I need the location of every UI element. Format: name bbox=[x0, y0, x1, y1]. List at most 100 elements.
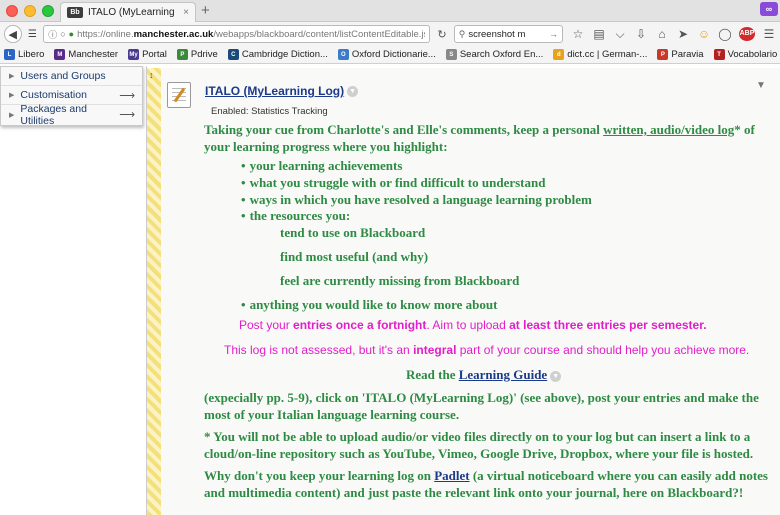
bookmark-favicon-icon: C bbox=[227, 49, 239, 60]
home-icon[interactable]: ⌂ bbox=[655, 27, 669, 41]
menu-item-label: Customisation bbox=[20, 89, 87, 101]
expand-triangle-icon[interactable]: ▶ bbox=[9, 111, 14, 119]
close-window-button[interactable] bbox=[6, 5, 18, 17]
sub-item-useful: find most useful (and why) bbox=[280, 249, 429, 264]
emoji-icon[interactable]: ☺ bbox=[697, 27, 711, 41]
sub-item-missing: feel are currently missing from Blackboa… bbox=[280, 273, 520, 288]
expand-triangle-icon[interactable]: ▶ bbox=[9, 72, 14, 80]
new-tab-button[interactable]: + bbox=[201, 2, 210, 20]
bubble-icon[interactable]: ◯ bbox=[718, 27, 732, 41]
bookmark-label: Manchester bbox=[68, 49, 119, 60]
zoom-window-button[interactable] bbox=[42, 5, 54, 17]
hamburger-menu-icon[interactable]: ☰ bbox=[762, 27, 776, 41]
padlet-link[interactable]: Padlet bbox=[434, 468, 469, 483]
sub-item-tend: tend to use on Blackboard bbox=[280, 225, 426, 240]
lock-icon[interactable]: ● bbox=[69, 29, 74, 39]
download-icon[interactable]: ⇩ bbox=[634, 27, 648, 41]
menu-item[interactable]: ▶ Users and Groups bbox=[1, 67, 142, 86]
guide-paragraph: (expecially pp. 5-9), click on 'ITALO (M… bbox=[204, 390, 759, 422]
bookmark-label: Pdrive bbox=[190, 49, 218, 60]
bookmark-label: Search Oxford En... bbox=[459, 49, 544, 60]
info-icon[interactable]: ⓘ bbox=[48, 28, 57, 41]
sharing-icon[interactable]: ➤ bbox=[676, 27, 690, 41]
tab-title: ITALO (MyLearning Log) – ... bbox=[88, 7, 178, 18]
search-go-icon[interactable]: → bbox=[549, 29, 558, 39]
bookmark-item[interactable]: TVocabolario Trecc... bbox=[713, 49, 780, 60]
guide-options-chevron-icon[interactable]: ▼ bbox=[550, 370, 562, 382]
back-arrow-icon[interactable]: ◀ bbox=[4, 25, 22, 43]
bookmark-item[interactable]: S Search Oxford En... bbox=[445, 49, 544, 60]
item-title-link[interactable]: ITALO (MyLearning Log) ▼ bbox=[205, 84, 359, 98]
course-management-menu: ▶ Users and Groups ▶ Customisation ⟶ ▶ Package… bbox=[0, 66, 143, 127]
bookmark-item[interactable]: My Portal bbox=[128, 49, 167, 60]
bookmark-favicon-icon: P bbox=[657, 49, 669, 60]
read-guide-line: Read the Learning Guide ▼ bbox=[406, 366, 562, 383]
log-link[interactable]: written, audio/video log bbox=[603, 122, 734, 137]
bookmark-label: Cambridge Diction... bbox=[241, 49, 328, 60]
reader-view-icon[interactable]: ▤ bbox=[592, 27, 606, 41]
adblock-icon[interactable]: ABP bbox=[739, 27, 755, 41]
menu-item[interactable]: ▶ Packages and Utilities ⟶ bbox=[1, 102, 142, 127]
bookmarks-bar: L Libero M Manchester My Portal P Pdrive C Cambri… bbox=[0, 46, 780, 64]
pocket-icon[interactable]: ⌵ bbox=[613, 27, 627, 42]
open-arrow-icon[interactable]: ⟶ bbox=[119, 108, 135, 121]
drag-stripe[interactable] bbox=[147, 68, 161, 515]
bookmark-item[interactable]: P Pdrive bbox=[176, 49, 218, 60]
bookmark-favicon-icon: T bbox=[713, 49, 725, 60]
url-text[interactable]: https://online.manchester.ac.uk/webapps/… bbox=[77, 29, 425, 40]
bookmark-label: Libero bbox=[18, 49, 45, 60]
search-bar[interactable]: ⚲ screenshot m → bbox=[453, 25, 563, 43]
close-tab-icon[interactable]: × bbox=[183, 7, 189, 18]
bookmark-label: Portal bbox=[142, 49, 167, 60]
bookmark-favicon-icon: O bbox=[337, 49, 349, 60]
bookmark-favicon-icon: L bbox=[4, 49, 15, 60]
tab-bar: Bb ITALO (MyLearning Log) – ... × + ∞ bbox=[0, 0, 780, 22]
intro-text: Taking your cue from Charlotte's and Ell… bbox=[204, 122, 755, 154]
bookmark-label: dict.cc | German-... bbox=[567, 49, 648, 60]
journal-icon bbox=[167, 82, 191, 108]
sidebar-toggle-icon[interactable]: ☰ bbox=[26, 25, 40, 43]
padlet-paragraph: Why don't you keep your learning log on … bbox=[204, 468, 768, 500]
url-bar[interactable]: ⓘ ○ ● https://online.manchester.ac.uk/we… bbox=[43, 25, 431, 43]
toolbar: ☆ ▤ ⌵ ⇩ ⌂ ➤ ☺ ◯ ABP ☰ bbox=[571, 27, 776, 42]
private-browsing-icon[interactable]: ∞ bbox=[760, 2, 778, 16]
bookmark-label: Vocabolario Trecc... bbox=[727, 49, 780, 60]
shield-icon[interactable]: ○ bbox=[60, 29, 65, 39]
upload-note: * You will not be able to upload audio/o… bbox=[204, 429, 754, 461]
bookmark-label: Paravia bbox=[671, 49, 704, 60]
bookmark-favicon-icon: M bbox=[54, 49, 66, 60]
reload-icon[interactable]: ↻ bbox=[434, 28, 450, 41]
bullet-resources: the resources you: bbox=[241, 207, 351, 224]
tab-italo[interactable]: Bb ITALO (MyLearning Log) – ... × bbox=[60, 2, 196, 22]
fortnight-instruction: Post your entries once a fortnight. Aim … bbox=[239, 318, 707, 332]
bullet-struggle: what you struggle with or find difficult… bbox=[241, 174, 546, 191]
bookmark-item[interactable]: O Oxford Dictionarie... bbox=[337, 49, 436, 60]
title-options-chevron-icon[interactable]: ▼ bbox=[347, 86, 359, 98]
expand-triangle-icon[interactable]: ▶ bbox=[9, 91, 14, 99]
bullet-achievements: your learning achievements bbox=[241, 157, 403, 174]
star-bookmark-icon[interactable]: ☆ bbox=[571, 27, 585, 41]
nav-bar: ◀ ☰ ⓘ ○ ● https://online.manchester.ac.u… bbox=[0, 22, 780, 46]
bookmark-favicon-icon: P bbox=[176, 49, 188, 60]
bookmark-item[interactable]: d dict.cc | German-... bbox=[553, 49, 647, 60]
bookmark-item[interactable]: P Paravia bbox=[657, 49, 704, 60]
bookmark-item[interactable]: M Manchester bbox=[54, 49, 118, 60]
bookmark-item[interactable]: C Cambridge Diction... bbox=[227, 49, 328, 60]
menu-item-label: Packages and Utilities bbox=[20, 102, 87, 127]
search-input[interactable]: screenshot m bbox=[468, 29, 546, 40]
bookmark-item[interactable]: L Libero bbox=[4, 49, 44, 60]
bookmark-favicon-icon: S bbox=[445, 49, 457, 60]
drag-handle-icon[interactable]: ↕ bbox=[149, 70, 154, 80]
bullet-resolved: ways in which you have resolved a langua… bbox=[241, 191, 592, 208]
learning-guide-link[interactable]: Learning Guide bbox=[459, 367, 548, 382]
search-icon: ⚲ bbox=[458, 28, 466, 39]
minimize-window-button[interactable] bbox=[24, 5, 36, 17]
bookmark-favicon-icon: d bbox=[553, 49, 565, 60]
bookmark-label: Oxford Dictionarie... bbox=[351, 49, 436, 60]
enabled-status: Enabled: Statistics Tracking bbox=[211, 106, 328, 117]
bullet-know-more: anything you would like to know more abo… bbox=[241, 296, 498, 313]
bookmark-favicon-icon: My bbox=[128, 49, 140, 60]
item-options-chevron-icon[interactable]: ▼ bbox=[756, 80, 766, 91]
assessment-note: This log is not assessed, but it's an in… bbox=[224, 343, 750, 357]
open-arrow-icon[interactable]: ⟶ bbox=[119, 89, 135, 102]
